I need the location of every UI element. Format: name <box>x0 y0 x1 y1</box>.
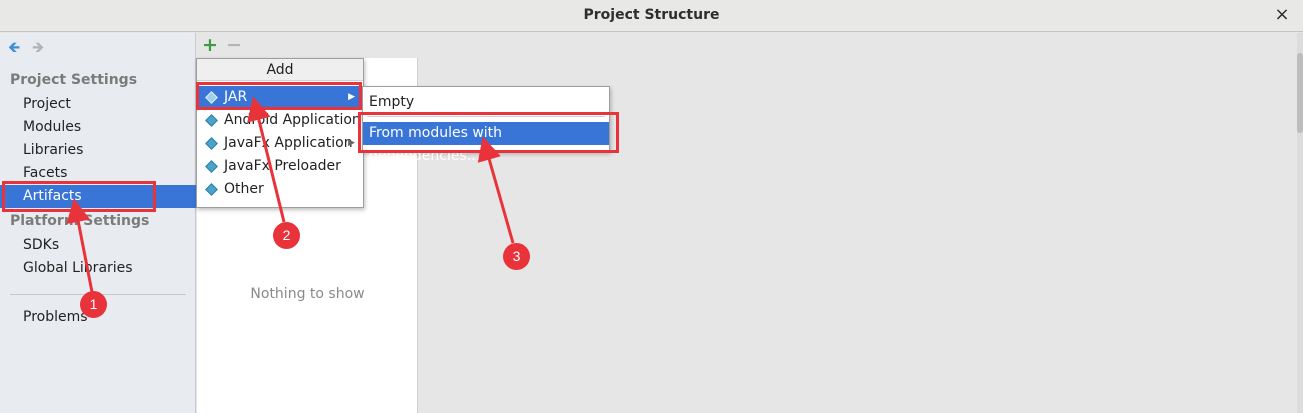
menu-item-android-application[interactable]: Android Application <box>197 109 363 132</box>
submenu-separator <box>367 116 605 117</box>
menu-item-javafx-application[interactable]: JavaFx Application ▶ <box>197 132 363 155</box>
submenu-arrow-icon: ▶ <box>348 92 355 102</box>
callout-badge-1: 1 <box>80 291 107 318</box>
remove-icon[interactable]: − <box>226 34 242 56</box>
submenu-arrow-icon: ▶ <box>348 138 355 148</box>
empty-list-message: Nothing to show <box>250 286 365 302</box>
menu-item-other[interactable]: Other <box>197 178 363 201</box>
project-settings-heading: Project Settings <box>10 72 138 88</box>
platform-settings-heading: Platform Settings <box>10 213 150 229</box>
menu-item-label: JavaFx Application <box>224 135 353 151</box>
menu-item-label: Other <box>224 181 264 197</box>
back-arrow-icon[interactable]: 🡸 <box>8 39 20 55</box>
scrollbar-thumb[interactable] <box>1297 53 1303 133</box>
submenu-item-empty[interactable]: Empty <box>363 91 609 114</box>
artifact-diamond-icon <box>205 91 218 104</box>
sidebar-item-facets[interactable]: Facets <box>0 162 196 185</box>
sidebar-item-modules[interactable]: Modules <box>0 116 196 139</box>
menu-item-javafx-preloader[interactable]: JavaFx Preloader <box>197 155 363 178</box>
artifact-diamond-icon <box>205 183 218 196</box>
settings-sidebar: 🡸 🡺 Project Settings Project Modules Lib… <box>0 33 196 413</box>
jar-submenu: Empty From modules with dependencies... <box>362 86 610 164</box>
artifact-diamond-icon <box>205 137 218 150</box>
artifact-diamond-icon <box>205 160 218 173</box>
scrollbar[interactable] <box>1297 33 1303 413</box>
artifact-diamond-icon <box>205 114 218 127</box>
sidebar-item-sdks[interactable]: SDKs <box>0 234 196 257</box>
title-bar: Project Structure × <box>0 0 1303 32</box>
artifacts-toolbar: + − <box>197 33 418 58</box>
sidebar-item-artifacts[interactable]: Artifacts <box>0 185 196 208</box>
window-title: Project Structure <box>583 7 720 23</box>
menu-item-label: JAR <box>224 89 248 105</box>
add-menu-header: Add <box>197 59 363 81</box>
callout-badge-2: 2 <box>273 222 300 249</box>
callout-badge-3: 3 <box>503 243 530 270</box>
menu-item-label: JavaFx Preloader <box>224 158 341 174</box>
menu-item-jar[interactable]: JAR ▶ <box>197 86 363 109</box>
forward-arrow-icon[interactable]: 🡺 <box>32 39 44 55</box>
sidebar-item-libraries[interactable]: Libraries <box>0 139 196 162</box>
add-popup-menu: Add JAR ▶ Android Application JavaFx App… <box>196 58 364 208</box>
sidebar-item-global-libraries[interactable]: Global Libraries <box>0 257 196 280</box>
close-button[interactable]: × <box>1271 4 1293 26</box>
submenu-item-from-modules[interactable]: From modules with dependencies... <box>363 122 609 164</box>
add-icon[interactable]: + <box>202 34 218 56</box>
menu-item-label: Android Application <box>224 112 361 128</box>
sidebar-item-project[interactable]: Project <box>0 93 196 116</box>
